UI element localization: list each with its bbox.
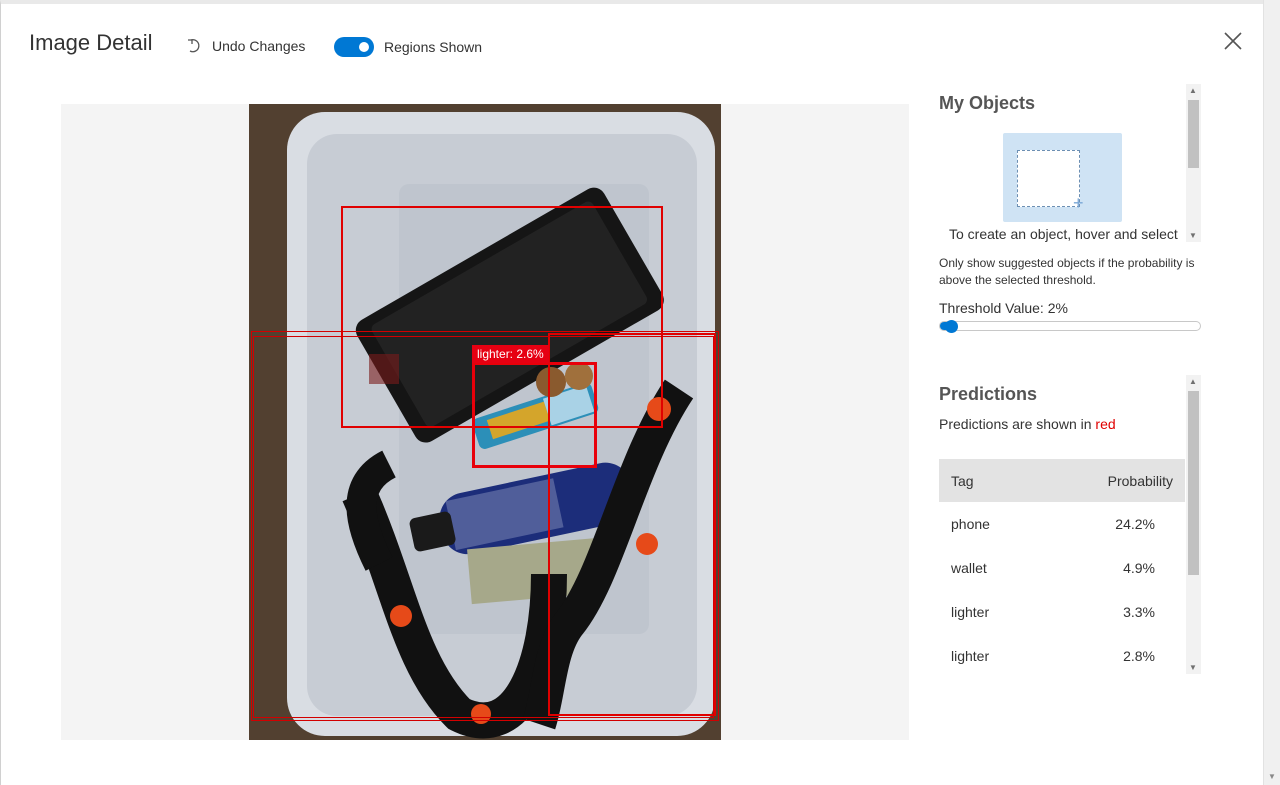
- create-object-hint: To create an object, hover and select: [949, 226, 1178, 242]
- my-objects-heading: My Objects: [939, 93, 1036, 113]
- my-objects-scrollbar[interactable]: ▲ ▼: [1186, 84, 1201, 242]
- scroll-thumb[interactable]: [1188, 100, 1199, 168]
- predictions-table: Tag Probability phone 24.2% wallet 4.9% …: [939, 459, 1185, 678]
- scroll-down-icon[interactable]: ▼: [1189, 663, 1197, 672]
- row-tag: lighter: [951, 648, 990, 664]
- create-object-preview[interactable]: +: [1003, 133, 1122, 222]
- close-icon[interactable]: [1222, 30, 1244, 52]
- row-probability: 2.8%: [1123, 648, 1155, 664]
- row-probability: 3.3%: [1123, 604, 1155, 620]
- undo-icon: [188, 39, 200, 53]
- threshold-slider[interactable]: [939, 320, 1201, 333]
- undo-changes-button[interactable]: Undo Changes: [186, 37, 305, 55]
- threshold-label: Threshold Value: 2%: [939, 300, 1068, 316]
- scroll-up-icon[interactable]: ▲: [1189, 86, 1197, 95]
- region-label: lighter: 2.6%: [472, 345, 549, 363]
- table-row[interactable]: wallet 4.9%: [939, 546, 1185, 590]
- scroll-up-icon[interactable]: ▲: [1189, 377, 1197, 386]
- regions-shown-toggle[interactable]: [334, 37, 374, 57]
- predictions-note-red: red: [1095, 416, 1116, 432]
- region-box-lighter-selected[interactable]: [472, 362, 597, 468]
- threshold-note: Only show suggested objects if the proba…: [939, 256, 1195, 287]
- column-header-tag[interactable]: Tag: [939, 459, 1029, 502]
- predictions-note-text: Predictions are shown in: [939, 416, 1096, 432]
- undo-changes-label: Undo Changes: [212, 38, 306, 54]
- predictions-note: Predictions are shown in red: [939, 416, 1201, 432]
- table-row[interactable]: lighter 2.8%: [939, 634, 1185, 678]
- regions-shown-label: Regions Shown: [384, 39, 483, 55]
- row-tag: wallet: [951, 560, 987, 576]
- predictions-scrollbar[interactable]: ▲ ▼: [1186, 375, 1201, 674]
- row-tag: lighter: [951, 604, 990, 620]
- dashed-region-icon: [1017, 150, 1080, 207]
- regions-toggle-group: Regions Shown: [334, 37, 482, 57]
- page-scrollbar[interactable]: ▼: [1263, 0, 1280, 785]
- dialog-title: Image Detail: [29, 30, 153, 55]
- row-tag: phone: [951, 516, 990, 532]
- toggle-knob: [359, 42, 369, 52]
- column-header-probability[interactable]: Probability: [1028, 459, 1185, 502]
- scroll-thumb[interactable]: [1188, 391, 1199, 575]
- predictions-heading: Predictions: [939, 384, 1038, 404]
- plus-icon: +: [1073, 193, 1084, 213]
- table-row[interactable]: lighter 3.3%: [939, 590, 1185, 634]
- row-probability: 24.2%: [1115, 516, 1155, 532]
- table-row[interactable]: phone 24.2%: [939, 502, 1185, 546]
- table-header-row: Tag Probability: [939, 459, 1185, 502]
- scroll-down-icon[interactable]: ▼: [1189, 231, 1197, 240]
- row-probability: 4.9%: [1123, 560, 1155, 576]
